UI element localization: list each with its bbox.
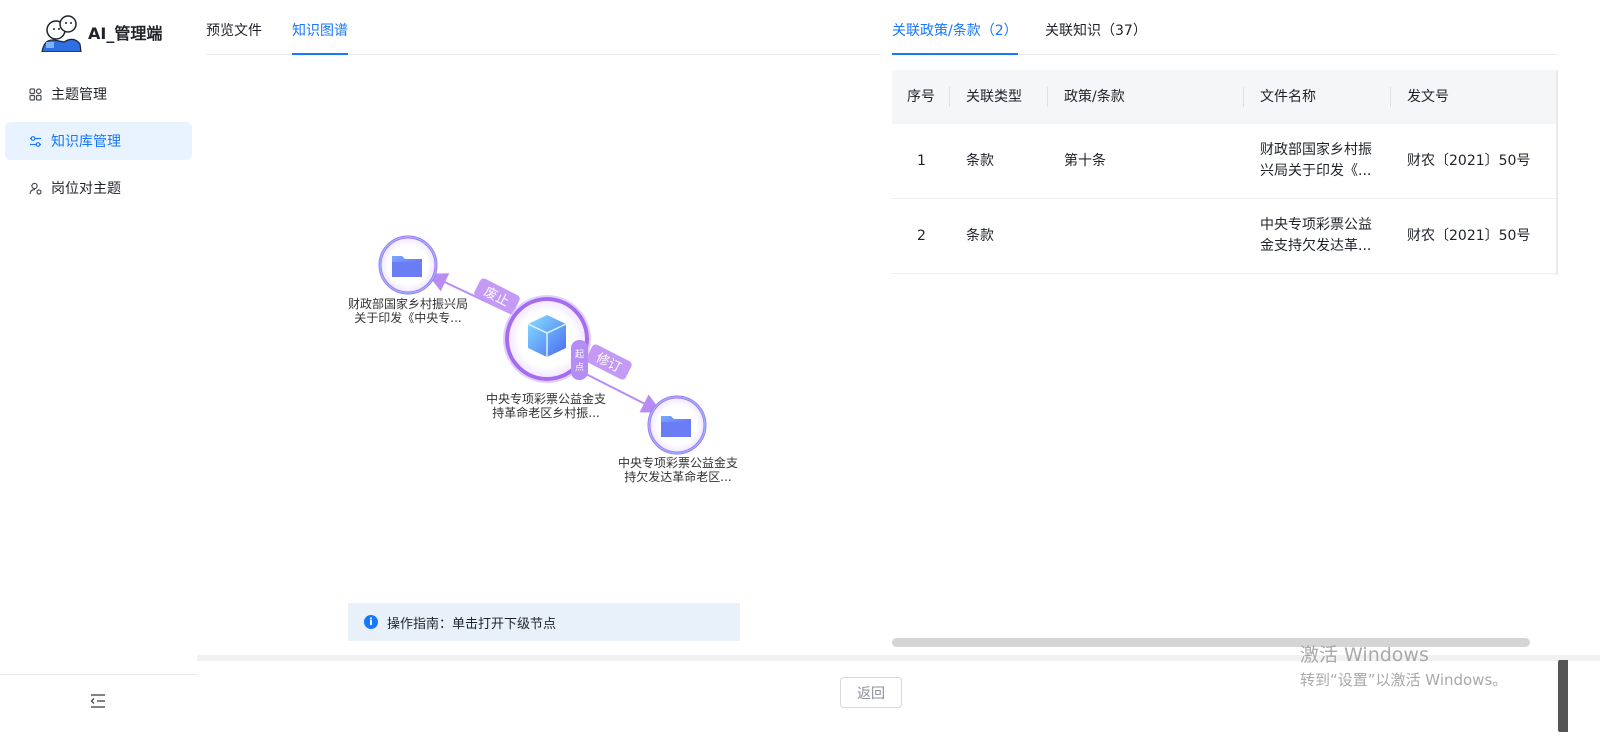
node-label-policy-1: 财政部国家乡村振兴局 关于印发《中央专...	[347, 297, 468, 325]
sidebar-item-knowledge-base[interactable]: 知识库管理	[5, 122, 192, 160]
edge-label-abolish: 废止	[474, 278, 520, 314]
operation-guide: i 操作指南：单击打开下级节点	[348, 603, 740, 641]
sidebar-item-topic-management[interactable]: 主题管理	[5, 75, 192, 113]
watermark-subtitle: 转到“设置”以激活 Windows。	[1300, 671, 1508, 689]
column-header: 政策/条款	[1064, 89, 1125, 105]
start-badge	[571, 340, 588, 380]
graph-node-center[interactable]: 起 点	[503, 295, 591, 383]
guide-text: 操作指南：单击打开下级节点	[387, 616, 557, 632]
watermark-title: 激活 Windows	[1300, 644, 1429, 666]
node-label-policy-2: 中央专项彩票公益金支 持欠发达革命老区...	[617, 456, 738, 484]
node-label-center: 中央专项彩票公益金支 持革命老区乡村振...	[485, 392, 606, 420]
svg-text:点: 点	[575, 362, 584, 373]
left-tabs: 预览文件 知识图谱	[206, 0, 880, 55]
cell-file-name[interactable]: 财政部国家乡村振 兴局关于印发《...	[1260, 140, 1378, 182]
cell-clause: 第十条	[1064, 153, 1106, 169]
cell-no: 2	[917, 228, 926, 244]
column-header: 关联类型	[966, 89, 1022, 105]
sidebar-item-label: 主题管理	[51, 87, 107, 103]
logo-icon	[41, 15, 82, 52]
right-tabs: 关联政策/条款（2） 关联知识（37）	[892, 0, 1558, 55]
knowledge-graph: 废止 修订 起 点 财政部国家乡村振兴局 关于印发《中央专... 中央专项彩票公…	[206, 56, 880, 596]
edge-label-revise: 修订	[586, 344, 632, 380]
column-header: 发文号	[1407, 89, 1449, 105]
table-row[interactable]: 2 条款 中央专项彩票公益 金支持欠发达革... 财农〔2021〕50号	[892, 199, 1558, 274]
graph-canvas: 废止 修订 起 点	[378, 235, 707, 455]
sidebar-footer	[0, 674, 197, 739]
sidebar-item-label: 岗位对主题	[51, 181, 121, 197]
tab-related-policies[interactable]: 关联政策/条款（2）	[892, 0, 1018, 55]
cell-file-name[interactable]: 中央专项彩票公益 金支持欠发达革...	[1260, 215, 1378, 257]
info-icon: i	[364, 615, 378, 629]
grid-icon	[28, 87, 42, 101]
sidebar: AI_管理端 主题管理 知识库管理 岗位对主题	[0, 0, 197, 739]
windows-activation-watermark: 激活 Windows 转到“设置”以激活 Windows。	[1300, 640, 1507, 690]
svg-text:起: 起	[575, 349, 584, 360]
cell-type: 条款	[966, 153, 994, 169]
sidebar-item-label: 知识库管理	[51, 134, 121, 150]
graph-node-policy-2[interactable]	[647, 395, 707, 455]
cell-type: 条款	[966, 228, 994, 244]
back-button[interactable]: 返回	[840, 677, 902, 708]
collapse-menu-icon[interactable]	[89, 692, 107, 710]
tab-knowledge-graph[interactable]: 知识图谱	[292, 0, 348, 55]
graph-node-policy-1[interactable]	[378, 235, 438, 295]
cell-doc-no: 财农〔2021〕50号	[1407, 228, 1531, 244]
related-policies-table: 序号 关联类型 政策/条款 文件名称 发文号 1 条款 第十条 财政部国家乡村振…	[892, 70, 1558, 274]
sliders-icon	[28, 134, 42, 148]
cell-doc-no: 财农〔2021〕50号	[1407, 153, 1531, 169]
table-header: 序号 关联类型 政策/条款 文件名称 发文号	[892, 70, 1558, 124]
sidebar-item-post-topic[interactable]: 岗位对主题	[5, 169, 192, 207]
column-header: 文件名称	[1260, 89, 1316, 105]
table-row[interactable]: 1 条款 第十条 财政部国家乡村振 兴局关于印发《... 财农〔2021〕50号	[892, 124, 1558, 199]
tab-preview-file[interactable]: 预览文件	[206, 0, 262, 55]
tab-related-knowledge[interactable]: 关联知识（37）	[1045, 0, 1147, 55]
table-vertical-scrollbar[interactable]	[1556, 70, 1558, 275]
user-settings-icon	[28, 181, 42, 195]
app-title: AI_管理端	[88, 24, 163, 43]
side-meter	[1558, 660, 1568, 732]
column-header: 序号	[907, 89, 935, 105]
cell-no: 1	[917, 153, 926, 169]
